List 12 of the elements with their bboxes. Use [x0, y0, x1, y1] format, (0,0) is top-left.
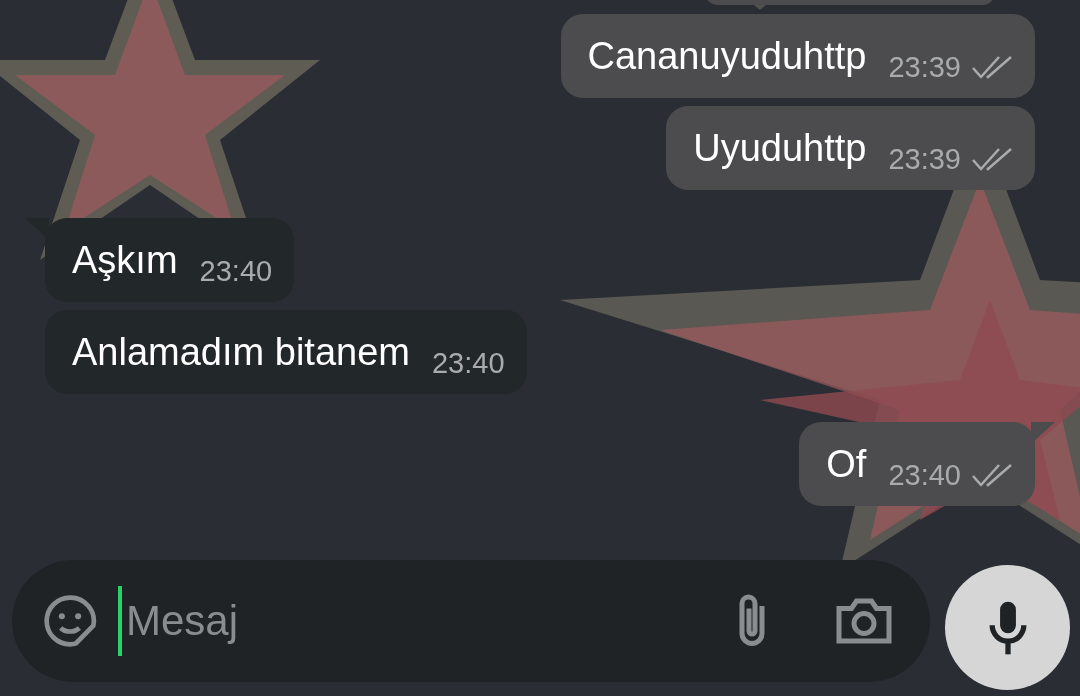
message-text: Anlamadım bitanem — [72, 330, 410, 375]
message-time: 23:40 — [431, 345, 505, 381]
message-time: 23:40 — [888, 457, 961, 493]
message-text: Cananuyuduhttp — [587, 34, 867, 79]
message-text: Aşkım — [72, 238, 178, 283]
message-input-field[interactable]: Mesaj — [12, 560, 930, 682]
message-text: Of — [826, 442, 867, 487]
message-text: Uyuduhttp — [693, 126, 867, 171]
message-input[interactable]: Mesaj — [118, 586, 710, 656]
message-time: 23:39 — [888, 141, 961, 177]
message-time: 23:39 — [888, 49, 961, 85]
message-time: 23:40 — [199, 253, 273, 289]
